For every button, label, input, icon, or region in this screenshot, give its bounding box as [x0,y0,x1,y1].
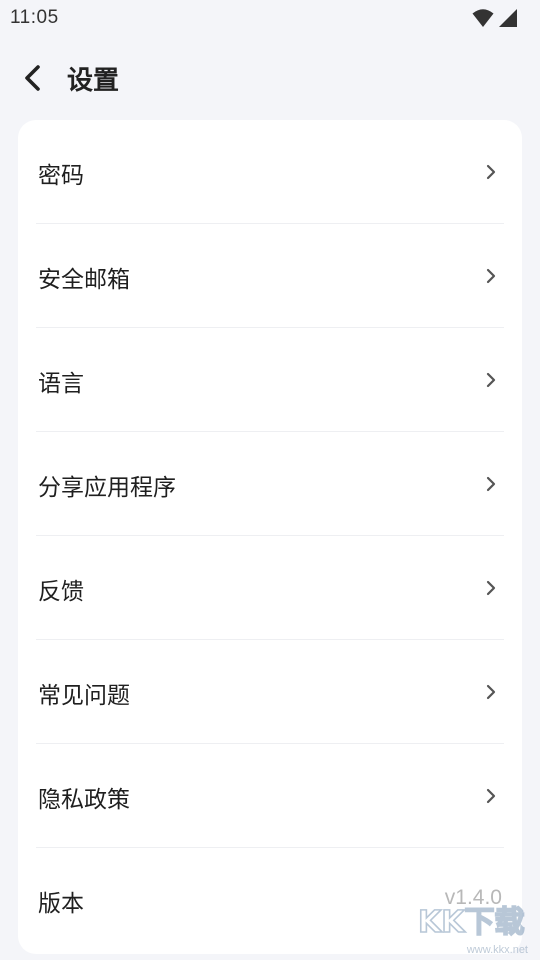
settings-item-feedback[interactable]: 反馈 [18,536,522,640]
settings-item-label: 版本 [38,891,84,917]
signal-icon [498,8,518,28]
settings-item-label: 密码 [38,163,84,189]
settings-item-share-app[interactable]: 分享应用程序 [18,432,522,536]
settings-item-label: 常见问题 [38,683,130,709]
watermark-url: www.kkx.net [466,944,528,956]
status-icons [472,8,520,28]
watermark-logo: KK下载 www.kkx.net [412,900,532,956]
chevron-right-icon [484,370,498,390]
settings-item-privacy-policy[interactable]: 隐私政策 [18,744,522,848]
page-title: 设置 [67,66,120,96]
header: 设置 [0,56,540,102]
chevron-left-icon [14,65,54,102]
wifi-icon [472,8,494,28]
status-time: 11:05 [10,7,59,28]
chevron-right-icon [484,162,498,182]
settings-item-security-email[interactable]: 安全邮箱 [18,224,522,328]
chevron-right-icon [484,266,498,286]
settings-item-label: 反馈 [38,579,84,605]
settings-item-label: 语言 [38,371,84,397]
settings-card: 密码 安全邮箱 语言 分享应用程序 反馈 常见问题 隐私政策 版本 v1.4.0 [18,120,522,954]
settings-item-label: 分享应用程序 [38,475,176,501]
settings-item-label: 安全邮箱 [38,267,130,293]
settings-item-label: 隐私政策 [38,787,130,813]
chevron-right-icon [484,682,498,702]
settings-item-faq[interactable]: 常见问题 [18,640,522,744]
status-bar: 11:05 [0,0,540,38]
back-button[interactable] [14,58,54,98]
chevron-right-icon [484,474,498,494]
chevron-right-icon [484,578,498,598]
svg-text:KK下载: KK下载 [418,905,525,940]
settings-item-language[interactable]: 语言 [18,328,522,432]
settings-item-password[interactable]: 密码 [18,120,522,224]
chevron-right-icon [484,786,498,806]
